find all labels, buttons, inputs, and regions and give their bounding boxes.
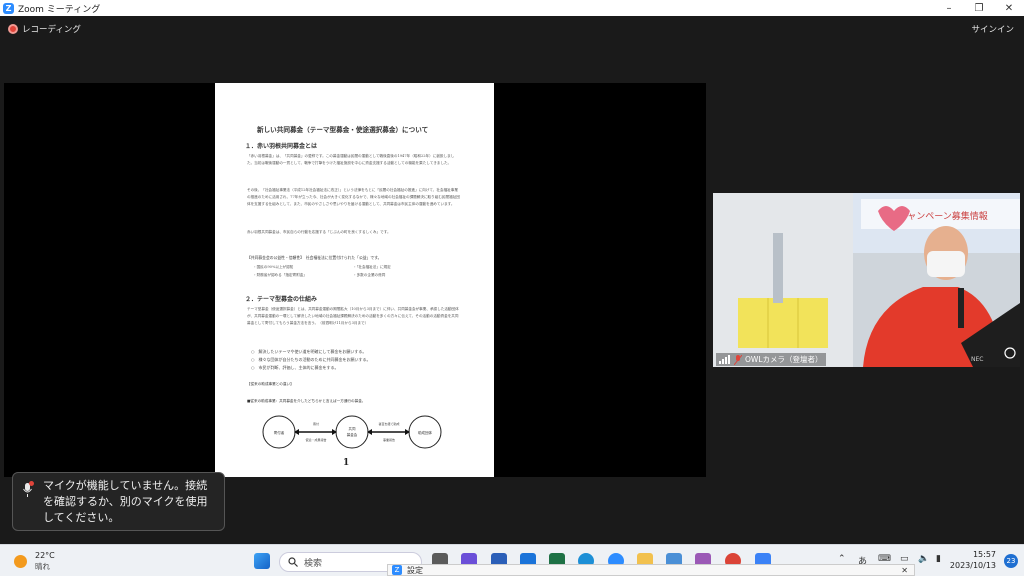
camera-video-tile[interactable]: キャンペーン募集情報 NEC	[713, 193, 1020, 367]
shared-document-page: 新しい共同募金（テーマ型募金・使途選択募金）について １．赤い羽根共同募金とは …	[215, 83, 494, 477]
section2-paragraph: テーマ型募金（使途選択募金）とは、共同募金運動の期間拡大（10月から3月まで）に…	[247, 307, 459, 325]
feature-item: ・「社会福祉法」に規定	[353, 265, 391, 269]
clock-date: 2023/10/13	[949, 561, 996, 570]
section1-heading: １．赤い羽根共同募金とは	[245, 143, 318, 150]
zoom-logo-icon: Z	[3, 2, 14, 14]
laptop-brand: NEC	[971, 356, 983, 363]
weather-condition: 晴れ	[35, 562, 50, 571]
weather-temperature: 22°C	[35, 551, 55, 560]
camera-scene: キャンペーン募集情報 NEC	[713, 193, 1020, 367]
arrow1-bottom-label: 使途・成果報告	[305, 437, 326, 442]
sun-icon	[14, 555, 27, 568]
mic-warning-icon	[23, 481, 34, 497]
mic-warning-toast[interactable]: マイクが機能していません。接続を確認するか、別のマイクを使用してください。	[12, 472, 225, 531]
prev-heading: 【従来の助成事業との違い】	[247, 382, 294, 386]
feature-item: ・国民の90%以上が認知	[253, 265, 294, 269]
fund-label-bottom: 募金会	[347, 432, 358, 437]
recipient-label: 助成団体	[418, 430, 432, 435]
arrow1-top-label: 寄付	[313, 421, 319, 426]
popup-label: 設定	[407, 565, 423, 575]
signal-bars-icon	[719, 355, 730, 364]
speaker-mask	[927, 251, 965, 277]
signin-button[interactable]: サインイン	[971, 23, 1014, 35]
features-heading: 【共同募金会の公益性・信頼性】 社会福祉法に位置付けられた「公益」です。	[247, 255, 382, 260]
muted-mic-icon	[734, 354, 742, 365]
section2-bullet: ○ 解決したいテーマや使い道を明確にして募金をお願いする。	[251, 349, 367, 354]
zoom-small-icon: Z	[392, 565, 402, 575]
camera-banner-text: キャンペーン募集情報	[898, 210, 988, 222]
section1-paragraph-1: 「赤い羽根募金」は、「共同募金」の愛称です。この募金運動は民間の運動として戦後直…	[247, 154, 455, 165]
weather-widget[interactable]: 22°C 晴れ	[14, 551, 55, 572]
section1-paragraph-3: 赤い羽根共同募金は、市民自らの行動を応援する「じぶんの町を良くするしくみ」です。	[247, 230, 391, 234]
section2-bullet: ○ 様々な団体が自分たちの活動のために共同募金をお願いする。	[251, 357, 371, 362]
recording-label: レコーディング	[22, 25, 81, 35]
clock-time: 15:57	[972, 550, 996, 559]
page-number: 1	[343, 458, 350, 468]
camera-label-text: OWLカメラ（登壇者）	[745, 355, 823, 364]
start-button-icon[interactable]	[254, 553, 270, 569]
feature-item: ・財務省が認める「指定寄附金」	[253, 273, 307, 277]
settings-popup[interactable]: Z 設定 ✕	[387, 564, 915, 576]
keyboard-icon[interactable]: ⌨	[878, 554, 891, 564]
battery-icon[interactable]: ▮	[936, 554, 941, 564]
camera-label: OWLカメラ（登壇者）	[716, 353, 826, 366]
yellow-posters	[738, 298, 828, 348]
tray-chevron-icon[interactable]: ⌃	[838, 554, 846, 564]
meeting-topbar: レコーディング サインイン	[0, 16, 1024, 42]
document-title: 新しい共同募金（テーマ型募金・使途選択募金）について	[257, 126, 429, 134]
minimize-button[interactable]: –	[934, 0, 964, 16]
notification-badge[interactable]: 23	[1004, 554, 1018, 568]
volume-icon[interactable]: 🔈	[918, 554, 929, 564]
section2-bullet: ○ 市民が判断、評価し、主体的に募金をする。	[251, 365, 339, 370]
recording-indicator[interactable]: レコーディング	[8, 23, 81, 35]
section1-paragraph-2: その後、「社会福祉事業法（平成12年社会福祉法に改正）」という法律をもとに「民間…	[247, 188, 460, 206]
fund-node	[335, 415, 369, 449]
recording-dot-icon	[8, 24, 18, 34]
search-icon	[288, 557, 298, 567]
close-button[interactable]: ✕	[994, 0, 1024, 16]
feature-item: ・多数の企業の賛同	[353, 273, 386, 277]
display-icon[interactable]: ▭	[900, 554, 909, 564]
donor-label: 寄付者	[274, 430, 285, 435]
flow-diagram: 寄付者 共同 募金会 助成団体 寄付 使途・成果報告 審査を経て助成 事業報告	[262, 415, 442, 449]
arrow2-top-label: 審査を経て助成	[378, 421, 399, 426]
prev-note: ■従来の助成事業：共同募金を介したどちらかと言えば一方通行の募金。	[247, 399, 366, 403]
popup-close-icon[interactable]: ✕	[901, 566, 908, 575]
section2-heading: ２．テーマ型募金の仕組み	[245, 296, 318, 303]
search-placeholder: 検索	[304, 558, 323, 569]
arrow2-bottom-label: 事業報告	[383, 437, 395, 442]
maximize-button[interactable]: ❐	[964, 0, 994, 16]
window-title: Zoom ミーティング	[18, 4, 101, 15]
mic-warning-text: マイクが機能していません。接続を確認するか、別のマイクを使用してください。	[43, 479, 208, 524]
microphone-icon	[958, 288, 964, 328]
fund-label-top: 共同	[349, 426, 357, 431]
taskbar-clock[interactable]: 15:57 2023/10/13	[950, 549, 996, 571]
window-titlebar: Z Zoom ミーティング – ❐ ✕	[0, 0, 1024, 16]
